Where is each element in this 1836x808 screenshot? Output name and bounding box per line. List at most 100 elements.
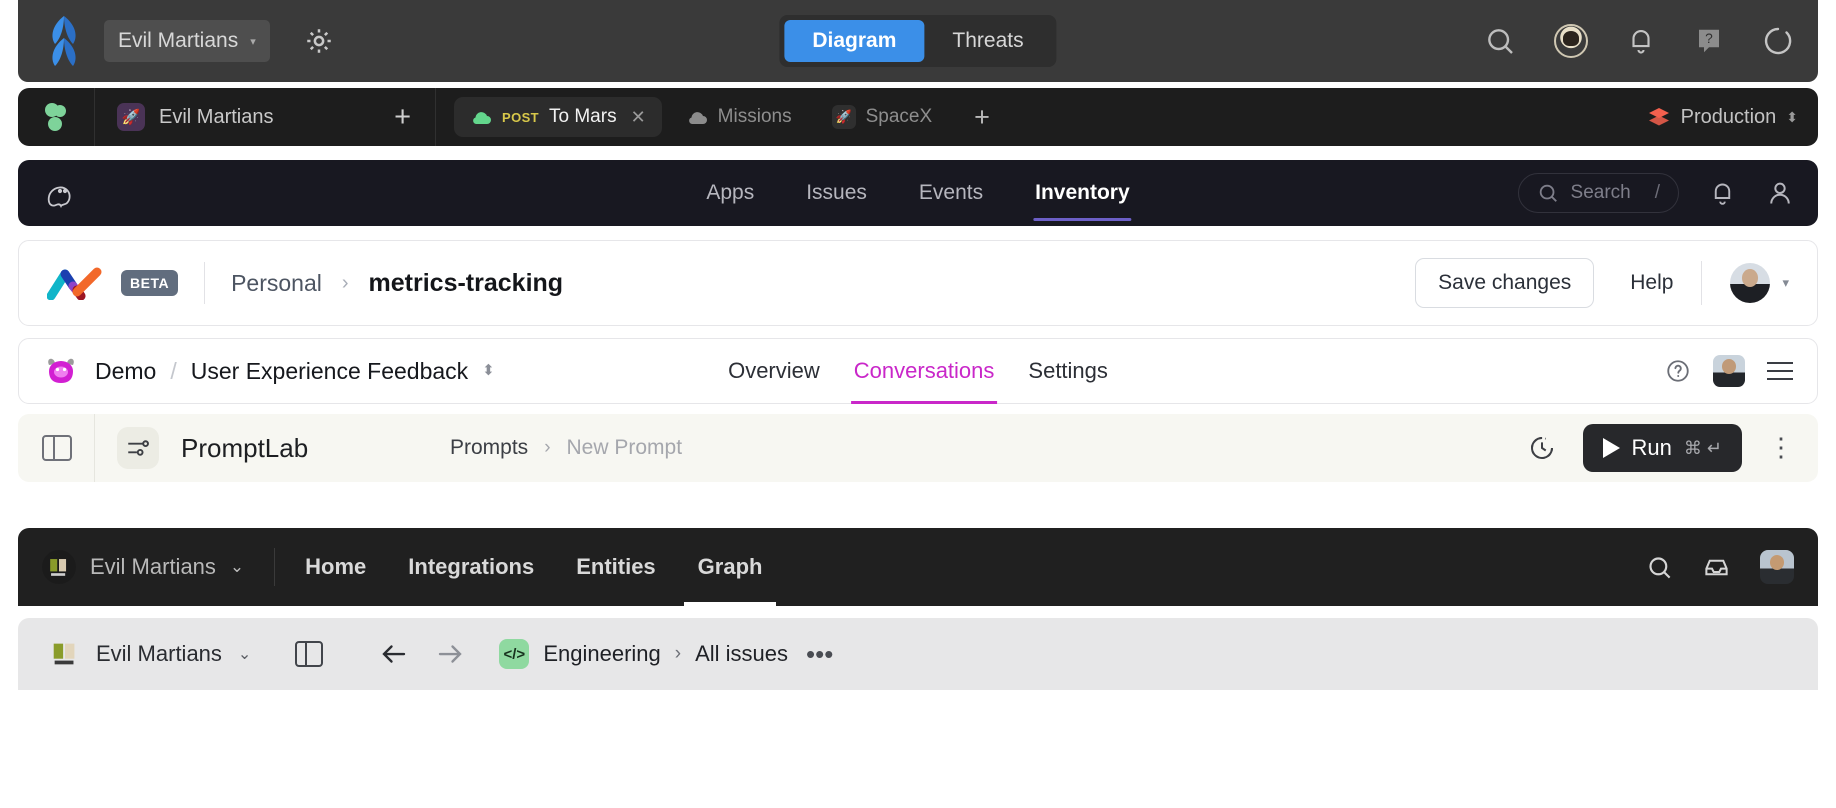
ghost-logo-icon[interactable] — [42, 174, 80, 212]
workspace-switcher[interactable]: 🚀 Evil Martians + — [117, 103, 417, 132]
nav-item-entities[interactable]: Entities — [576, 528, 655, 606]
help-link[interactable]: Help — [1630, 271, 1673, 295]
timer-icon[interactable] — [1527, 433, 1557, 463]
threat-toolbar-actions: ? — [1484, 24, 1794, 58]
user-icon[interactable] — [1766, 179, 1794, 207]
tab-conversations[interactable]: Conversations — [854, 338, 995, 404]
bell-icon[interactable] — [1709, 180, 1736, 207]
divider — [274, 548, 275, 586]
catalog-nav: Home Integrations Entities Graph — [305, 528, 762, 606]
breadcrumb-separator: / — [170, 358, 176, 385]
analytics-header: BETA Personal › metrics-tracking Save ch… — [18, 240, 1818, 326]
wheat-leaf-logo-icon — [42, 13, 86, 69]
chevron-down-icon[interactable]: ⌄ — [230, 557, 244, 577]
run-label: Run — [1632, 435, 1672, 461]
history-nav — [379, 639, 465, 669]
request-tab-spacex[interactable]: 🚀 SpaceX — [816, 96, 949, 138]
run-button[interactable]: Run ⌘ ↵ — [1583, 424, 1742, 472]
arrow-left-icon[interactable] — [379, 639, 409, 669]
avatar[interactable] — [1730, 263, 1770, 303]
arrow-right-icon[interactable] — [435, 639, 465, 669]
search-input[interactable]: Search / — [1518, 173, 1679, 213]
bell-icon[interactable] — [1626, 26, 1656, 56]
hamburger-icon[interactable] — [1767, 362, 1793, 380]
promptlab-actions: Run ⌘ ↵ ⋮ — [1527, 424, 1794, 472]
search-icon[interactable] — [1484, 25, 1516, 57]
chevron-right-icon: › — [342, 272, 349, 295]
avatar[interactable] — [1554, 24, 1588, 58]
up-down-icon: ⬍ — [1786, 111, 1798, 124]
evil-martians-logo-icon — [42, 550, 76, 584]
chevron-down-icon[interactable]: ⌄ — [238, 644, 251, 664]
org-switcher[interactable]: Evil Martians ▾ — [104, 20, 270, 62]
caret-down-icon[interactable]: ▾ — [1782, 275, 1789, 291]
request-tab-to-mars[interactable]: POST To Mars ✕ — [454, 97, 662, 137]
side-panel-icon[interactable] — [295, 641, 323, 667]
monster-avatar-icon — [43, 353, 79, 389]
request-tab-missions[interactable]: Missions — [670, 97, 808, 137]
gear-icon[interactable] — [304, 26, 334, 56]
avatar[interactable] — [1760, 550, 1794, 584]
nav-item-apps[interactable]: Apps — [704, 161, 756, 225]
app-title: PromptLab — [181, 433, 308, 464]
nav-item-integrations[interactable]: Integrations — [408, 528, 534, 606]
breadcrumb-view[interactable]: All issues — [695, 641, 788, 667]
issues-toolbar: Evil Martians ⌄ </> Engineering › All is… — [18, 618, 1818, 690]
tab-settings[interactable]: Settings — [1028, 338, 1108, 404]
avatar[interactable] — [1713, 355, 1745, 387]
breadcrumb-team[interactable]: Engineering — [543, 641, 660, 667]
rocket-icon: 🚀 — [117, 103, 145, 131]
catalog-navbar: Evil Martians ⌄ Home Integrations Entiti… — [18, 528, 1818, 606]
monitoring-navbar: Apps Issues Events Inventory Search / — [18, 160, 1818, 226]
save-changes-button[interactable]: Save changes — [1415, 258, 1594, 308]
beta-badge: BETA — [121, 270, 178, 296]
environment-selector[interactable]: Production ⬍ — [1647, 106, 1798, 129]
question-circle-icon[interactable] — [1665, 358, 1691, 384]
breadcrumb: </> Engineering › All issues ••• — [499, 639, 833, 669]
divider — [1701, 261, 1702, 305]
more-vertical-icon[interactable]: ⋮ — [1768, 440, 1794, 456]
side-panel-icon[interactable] — [42, 435, 72, 461]
close-icon[interactable]: ✕ — [631, 107, 646, 128]
sliders-icon[interactable] — [117, 427, 159, 469]
caret-down-icon: ▾ — [250, 35, 256, 48]
search-placeholder: Search — [1571, 182, 1631, 204]
threat-modeling-toolbar: Evil Martians ▾ Diagram Threats — [18, 0, 1818, 82]
environment-label: Production — [1681, 106, 1777, 129]
org-name[interactable]: Evil Martians — [90, 554, 216, 580]
tab-threats[interactable]: Threats — [924, 20, 1051, 62]
more-horizontal-icon[interactable]: ••• — [806, 648, 833, 661]
request-tab-label: To Mars — [549, 106, 617, 128]
play-icon — [1603, 438, 1620, 458]
nav-item-home[interactable]: Home — [305, 528, 366, 606]
plus-icon[interactable]: + — [394, 103, 417, 132]
up-down-icon[interactable]: ⬍ — [482, 364, 495, 378]
request-tab-label: Missions — [718, 106, 792, 128]
monitoring-nav: Apps Issues Events Inventory — [704, 160, 1131, 226]
zigzag-logo-icon — [47, 266, 103, 300]
breadcrumb-prompts[interactable]: Prompts — [450, 436, 528, 460]
search-icon — [1537, 182, 1559, 204]
nav-item-graph[interactable]: Graph — [698, 528, 763, 606]
tab-diagram[interactable]: Diagram — [784, 20, 924, 62]
project-name[interactable]: User Experience Feedback — [191, 358, 468, 385]
workspace-label: Evil Martians — [159, 106, 273, 129]
breadcrumb-current: New Prompt — [567, 436, 683, 460]
nav-item-inventory[interactable]: Inventory — [1033, 161, 1132, 225]
project-header: Demo / User Experience Feedback ⬍ Overvi… — [18, 338, 1818, 404]
tab-overview[interactable]: Overview — [728, 338, 820, 404]
nav-item-issues[interactable]: Issues — [804, 161, 869, 225]
spinner-icon[interactable] — [1762, 25, 1794, 57]
org-name[interactable]: Evil Martians — [96, 641, 222, 667]
question-mark-icon[interactable]: ? — [1694, 26, 1724, 56]
catalog-actions — [1646, 550, 1794, 584]
search-icon[interactable] — [1646, 554, 1673, 581]
org-name[interactable]: Demo — [95, 358, 156, 385]
promptlab-toolbar: PromptLab Prompts › New Prompt Run ⌘ ↵ ⋮ — [18, 414, 1818, 482]
breadcrumb-parent[interactable]: Personal — [231, 270, 322, 297]
chevron-right-icon: › — [675, 643, 681, 665]
chevron-right-icon: › — [544, 437, 550, 459]
inbox-icon[interactable] — [1703, 554, 1730, 581]
nav-item-events[interactable]: Events — [917, 161, 985, 225]
new-tab-plus-icon[interactable]: + — [974, 104, 990, 131]
